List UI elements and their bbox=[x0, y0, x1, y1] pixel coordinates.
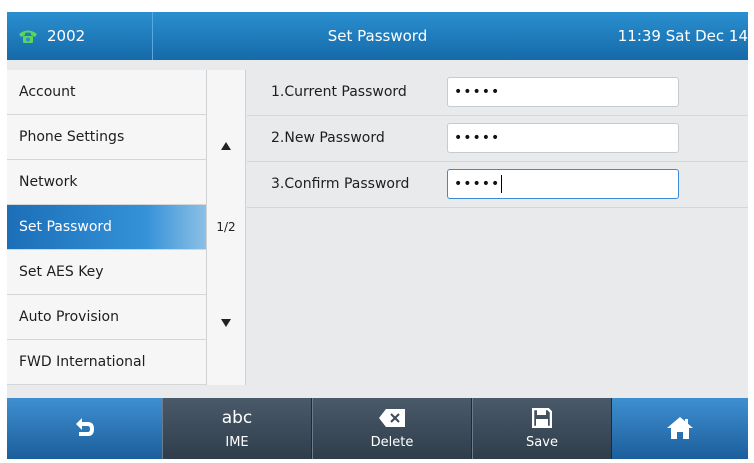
page-scroller: 1/2 bbox=[206, 70, 246, 385]
confirm-password-label: 3.Confirm Password bbox=[271, 176, 410, 192]
page-up-button[interactable] bbox=[207, 140, 245, 153]
softkey-bar: abc IME Delete Save bbox=[7, 398, 748, 459]
settings-menu: Account Phone Settings Network Set Passw… bbox=[7, 70, 206, 385]
triangle-down-icon bbox=[221, 319, 231, 327]
home-icon bbox=[612, 416, 748, 440]
triangle-up-icon bbox=[221, 142, 231, 150]
ime-icon-area: abc bbox=[163, 406, 311, 430]
status-bar: 2002 Set Password 11:39 Sat Dec 14 bbox=[7, 12, 748, 60]
password-form: 1.Current Password ••••• 2.New Password … bbox=[247, 70, 748, 385]
text-caret bbox=[501, 175, 503, 193]
clock-text: 11:39 Sat Dec 14 bbox=[617, 27, 748, 45]
new-password-input[interactable]: ••••• bbox=[447, 123, 679, 153]
current-password-row: 1.Current Password ••••• bbox=[247, 70, 748, 116]
backspace-icon bbox=[313, 406, 471, 430]
abc-ime-icon: abc bbox=[221, 408, 253, 428]
save-button[interactable]: Save bbox=[472, 398, 612, 459]
ime-label: IME bbox=[225, 435, 249, 450]
delete-button[interactable]: Delete bbox=[312, 398, 472, 459]
save-label: Save bbox=[526, 435, 558, 450]
current-password-label: 1.Current Password bbox=[271, 84, 407, 100]
delete-label: Delete bbox=[370, 435, 414, 450]
confirm-password-value: ••••• bbox=[454, 176, 501, 192]
home-button[interactable] bbox=[612, 398, 748, 459]
ime-button[interactable]: abc IME bbox=[162, 398, 312, 459]
confirm-password-input[interactable]: ••••• bbox=[447, 169, 679, 199]
menu-item-set-password[interactable]: Set Password bbox=[7, 205, 206, 250]
menu-item-auto-provision[interactable]: Auto Provision bbox=[7, 295, 206, 340]
menu-item-fwd-international[interactable]: FWD International bbox=[7, 340, 206, 385]
floppy-disk-icon bbox=[473, 406, 611, 430]
current-password-input[interactable]: ••••• bbox=[447, 77, 679, 107]
menu-item-set-aes-key[interactable]: Set AES Key bbox=[7, 250, 206, 295]
page-down-button[interactable] bbox=[207, 317, 245, 330]
menu-item-account[interactable]: Account bbox=[7, 70, 206, 115]
menu-item-phone-settings[interactable]: Phone Settings bbox=[7, 115, 206, 160]
phone-screen: 2002 Set Password 11:39 Sat Dec 14 Accou… bbox=[7, 12, 748, 459]
back-button[interactable] bbox=[7, 398, 162, 459]
menu-item-network[interactable]: Network bbox=[7, 160, 206, 205]
new-password-row: 2.New Password ••••• bbox=[247, 116, 748, 162]
page-indicator: 1/2 bbox=[216, 220, 236, 234]
new-password-label: 2.New Password bbox=[271, 130, 385, 146]
confirm-password-row: 3.Confirm Password ••••• bbox=[247, 162, 748, 208]
back-arrow-icon bbox=[7, 416, 162, 440]
